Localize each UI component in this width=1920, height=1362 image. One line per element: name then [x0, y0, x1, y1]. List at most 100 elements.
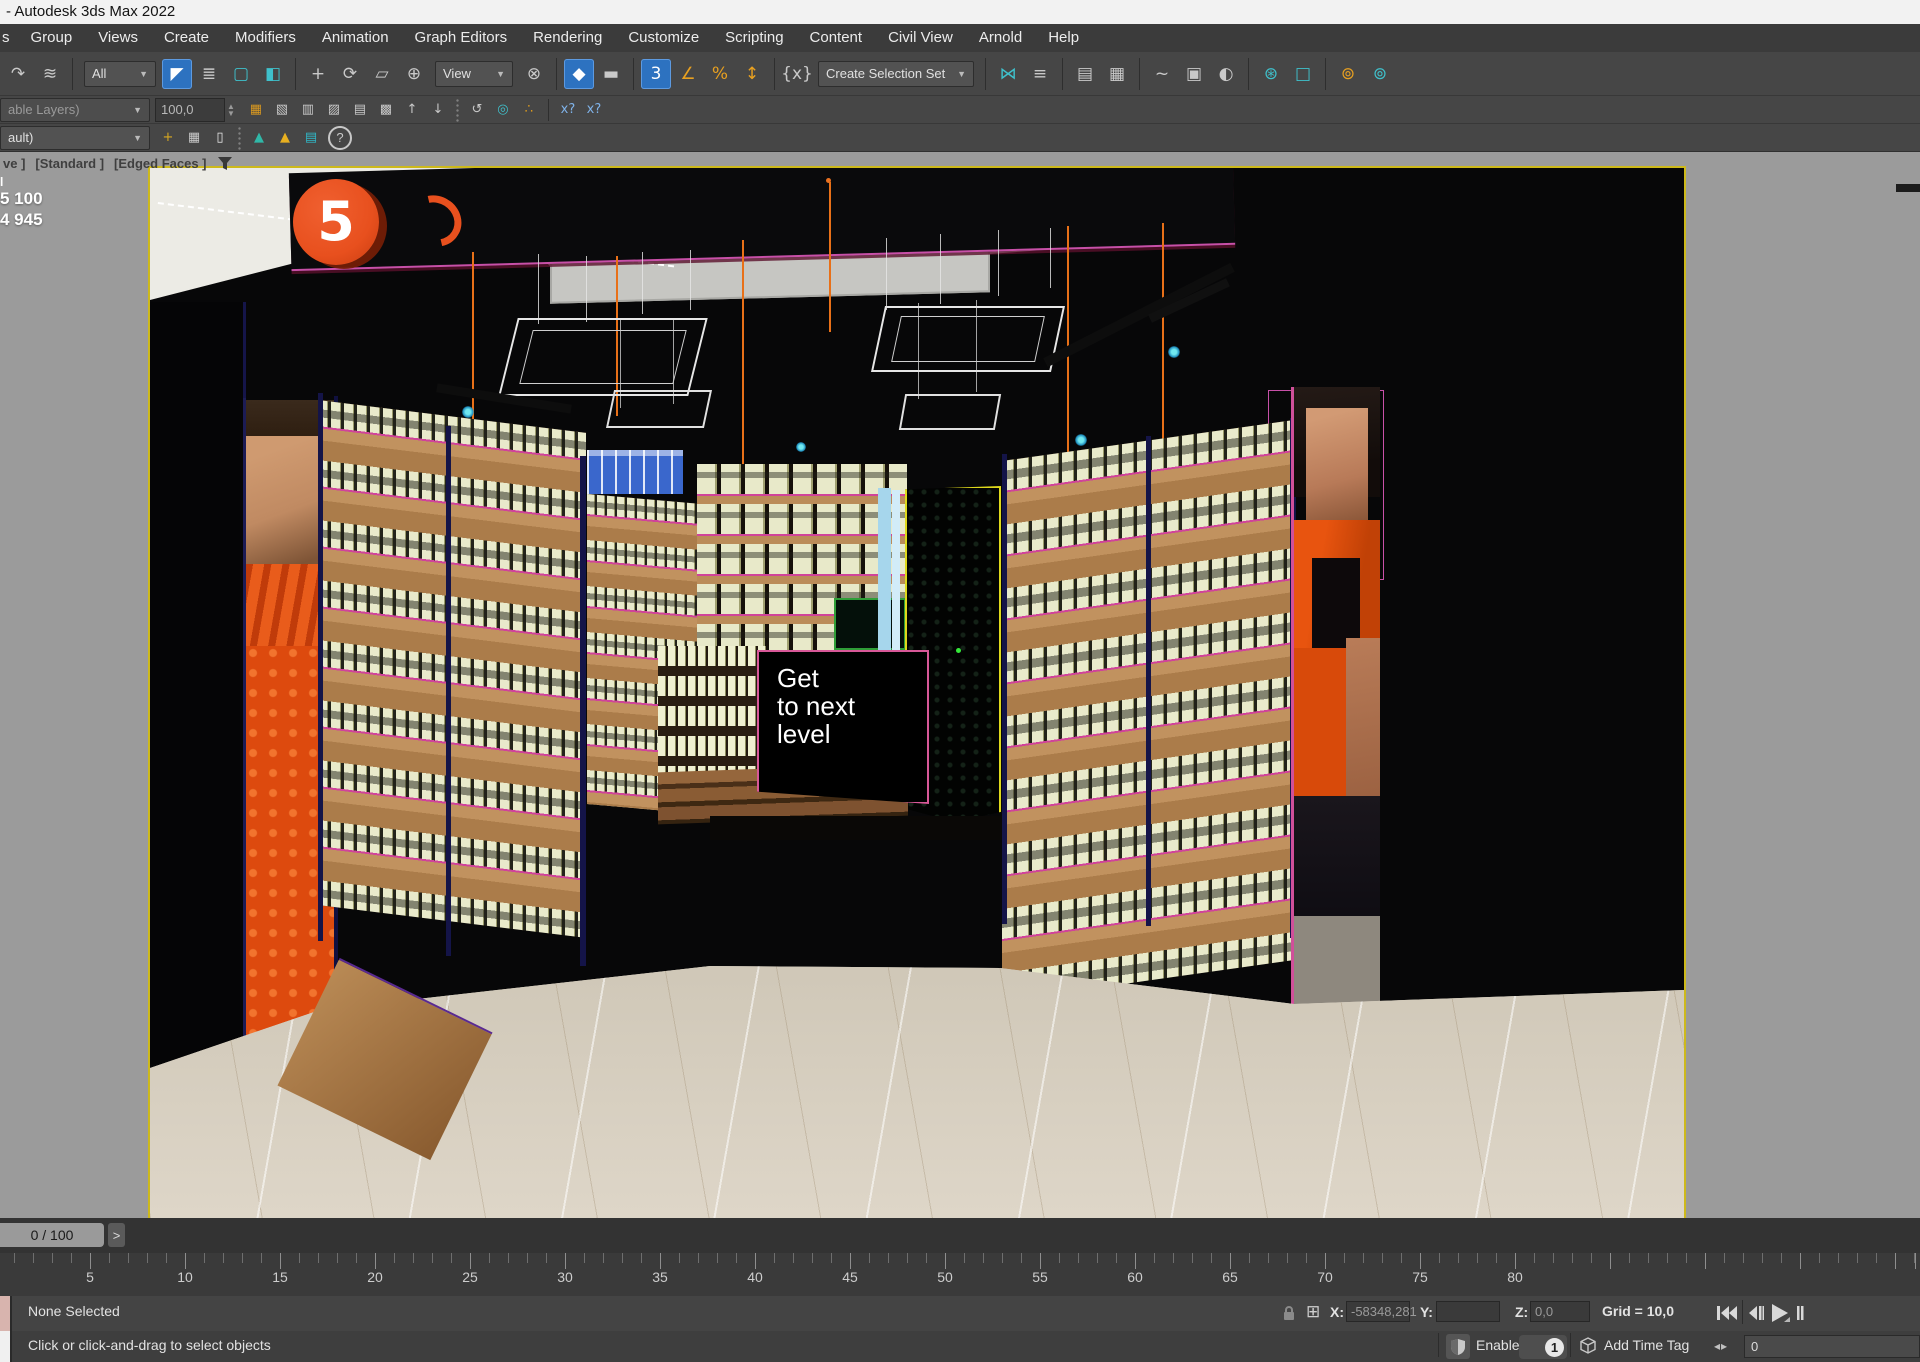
- menu-item-content[interactable]: Content: [797, 24, 876, 52]
- cycle-subobject-icon[interactable]: ↺: [465, 99, 489, 121]
- next-frame-advance-button[interactable]: >: [108, 1223, 125, 1247]
- add-to-layer-icon[interactable]: ▥: [296, 99, 320, 121]
- select-and-scale-icon[interactable]: ▱: [367, 59, 397, 89]
- spinner-arrows-icon[interactable]: ▲▼: [227, 103, 235, 117]
- menu-item-create[interactable]: Create: [151, 24, 222, 52]
- create-new-layer-icon[interactable]: +: [156, 127, 180, 149]
- help-icon[interactable]: ?: [328, 126, 352, 150]
- mirror-icon[interactable]: ⋈: [993, 59, 1023, 89]
- menu-item-civil-view[interactable]: Civil View: [875, 24, 966, 52]
- filter-funnel-icon[interactable]: [217, 156, 233, 171]
- viewport-label[interactable]: ve ] [Standard ] [Edged Faces ]: [3, 156, 233, 171]
- select-and-place-icon[interactable]: ⊕: [399, 59, 429, 89]
- reference-coordinate-dropdown[interactable]: View ▼: [435, 61, 513, 87]
- curve-editor-icon[interactable]: ~: [1147, 59, 1177, 89]
- y-coordinate-field[interactable]: [1436, 1301, 1500, 1322]
- select-by-name-icon[interactable]: ≣: [194, 59, 224, 89]
- select-in-layer-icon[interactable]: ▨: [322, 99, 346, 121]
- current-frame-field[interactable]: 0: [1744, 1335, 1920, 1358]
- go-to-start-button[interactable]: [1716, 1302, 1738, 1324]
- page-icon[interactable]: ▯: [208, 127, 232, 149]
- selection-lock-icon[interactable]: [1283, 1305, 1295, 1321]
- menu-item-scripting[interactable]: Scripting: [712, 24, 796, 52]
- percent-snap-icon[interactable]: %: [705, 59, 735, 89]
- maxscript-explore-icon[interactable]: x?: [582, 99, 606, 121]
- play-button[interactable]: [1770, 1302, 1790, 1324]
- z-coordinate-field[interactable]: 0,0: [1530, 1301, 1590, 1322]
- key-badge-box[interactable]: 1: [1519, 1335, 1567, 1359]
- layer-stack-icon[interactable]: ▦: [182, 127, 206, 149]
- menu-item-animation[interactable]: Animation: [309, 24, 402, 52]
- library-doc-icon[interactable]: ▤: [299, 127, 323, 149]
- render-setup-icon[interactable]: ⊛: [1256, 59, 1286, 89]
- maxscript-mini-listener[interactable]: [0, 1296, 12, 1331]
- spinner-snap-icon[interactable]: ↕: [737, 59, 767, 89]
- create-selection-set-dropdown[interactable]: Create Selection Set ▼: [818, 61, 974, 87]
- menu-item-s[interactable]: s: [0, 24, 18, 52]
- snaps-toggle-icon[interactable]: 3: [641, 59, 671, 89]
- layer-down-icon[interactable]: ↓: [426, 99, 450, 121]
- default-preset-dropdown[interactable]: ault) ▼: [0, 126, 150, 150]
- forest-pack-icon[interactable]: ▲: [247, 127, 271, 149]
- shelf-post: [580, 456, 586, 966]
- render-iterative-icon[interactable]: ⊚: [1365, 59, 1395, 89]
- window-title: - Autodesk 3ds Max 2022: [6, 3, 175, 20]
- select-object-icon[interactable]: ◤: [162, 59, 192, 89]
- material-editor-icon[interactable]: ◐: [1211, 59, 1241, 89]
- menu-item-graph-editors[interactable]: Graph Editors: [402, 24, 521, 52]
- poster-woman-arm: [1346, 638, 1380, 808]
- animation-shield[interactable]: [1446, 1334, 1470, 1359]
- camera-safe-frame[interactable]: 5 Get to next level: [148, 166, 1686, 1218]
- use-pivot-point-center-icon[interactable]: ⊗: [519, 59, 549, 89]
- toolbar-separator: [548, 99, 549, 121]
- add-time-tag[interactable]: Add Time Tag: [1604, 1337, 1689, 1353]
- time-slider-track[interactable]: 0 / 100 >: [0, 1218, 1920, 1254]
- menu-item-help[interactable]: Help: [1035, 24, 1092, 52]
- frame-tick-label: 75: [1400, 1269, 1440, 1285]
- align-icon[interactable]: ≡: [1025, 59, 1055, 89]
- vertex-dots-icon[interactable]: ∴: [517, 99, 541, 121]
- maxscript-query-icon[interactable]: x?: [556, 99, 580, 121]
- layer-manager-icon[interactable]: ▦: [244, 99, 268, 121]
- angle-snap-icon[interactable]: ∠: [673, 59, 703, 89]
- select-and-manipulate-icon[interactable]: ◆: [564, 59, 594, 89]
- track-bar[interactable]: 5101520253035404550556065707580: [0, 1253, 1920, 1297]
- selectable-layers-dropdown[interactable]: able Layers) ▼: [0, 98, 150, 122]
- next-frame-button[interactable]: [1796, 1302, 1806, 1324]
- frame-spinner-arrows[interactable]: ◂▸: [1714, 1339, 1728, 1353]
- cube-icon[interactable]: [1580, 1337, 1596, 1354]
- previous-frame-button[interactable]: [1748, 1302, 1764, 1324]
- select-and-link-icon[interactable]: ≋: [35, 59, 65, 89]
- named-selection-sets-icon[interactable]: {x}: [782, 59, 812, 89]
- schematic-view-icon[interactable]: ▣: [1179, 59, 1209, 89]
- absolute-mode-icon[interactable]: ⊞: [1306, 1302, 1320, 1322]
- menu-item-rendering[interactable]: Rendering: [520, 24, 615, 52]
- select-and-move-icon[interactable]: +: [303, 59, 333, 89]
- menu-item-arnold[interactable]: Arnold: [966, 24, 1035, 52]
- x-coordinate-field[interactable]: -58348,281: [1346, 1301, 1410, 1322]
- layer-percent-spinner[interactable]: 100,0: [155, 98, 225, 122]
- menu-item-views[interactable]: Views: [85, 24, 151, 52]
- keyboard-shortcut-override-icon[interactable]: ▬: [596, 59, 626, 89]
- render-production-icon[interactable]: ⊚: [1333, 59, 1363, 89]
- scene-explorer-icon[interactable]: ▤: [1070, 59, 1100, 89]
- redo-icon[interactable]: ↷: [3, 59, 33, 89]
- maxscript-mini-listener-2[interactable]: [0, 1331, 12, 1362]
- viewport[interactable]: ve ] [Standard ] [Edged Faces ] l 5 100 …: [0, 152, 1920, 1218]
- rectangular-selection-region-icon[interactable]: ▢: [226, 59, 256, 89]
- window-crossing-icon[interactable]: ◧: [258, 59, 288, 89]
- select-and-rotate-icon[interactable]: ⟳: [335, 59, 365, 89]
- time-slider[interactable]: 0 / 100: [0, 1223, 104, 1247]
- menu-item-modifiers[interactable]: Modifiers: [222, 24, 309, 52]
- create-layer-icon[interactable]: ▧: [270, 99, 294, 121]
- hide-layer-icon[interactable]: ▤: [348, 99, 372, 121]
- menu-item-customize[interactable]: Customize: [615, 24, 712, 52]
- freeze-layer-icon[interactable]: ▩: [374, 99, 398, 121]
- rendered-frame-window-icon[interactable]: □: [1288, 59, 1318, 89]
- layer-up-icon[interactable]: ↑: [400, 99, 424, 121]
- layer-explorer-icon[interactable]: ▦: [1102, 59, 1132, 89]
- menu-item-group[interactable]: Group: [18, 24, 86, 52]
- selection-filter-dropdown[interactable]: All ▼: [84, 61, 156, 87]
- pick-target-icon[interactable]: ◎: [491, 99, 515, 121]
- forest-tools-icon[interactable]: ▲: [273, 127, 297, 149]
